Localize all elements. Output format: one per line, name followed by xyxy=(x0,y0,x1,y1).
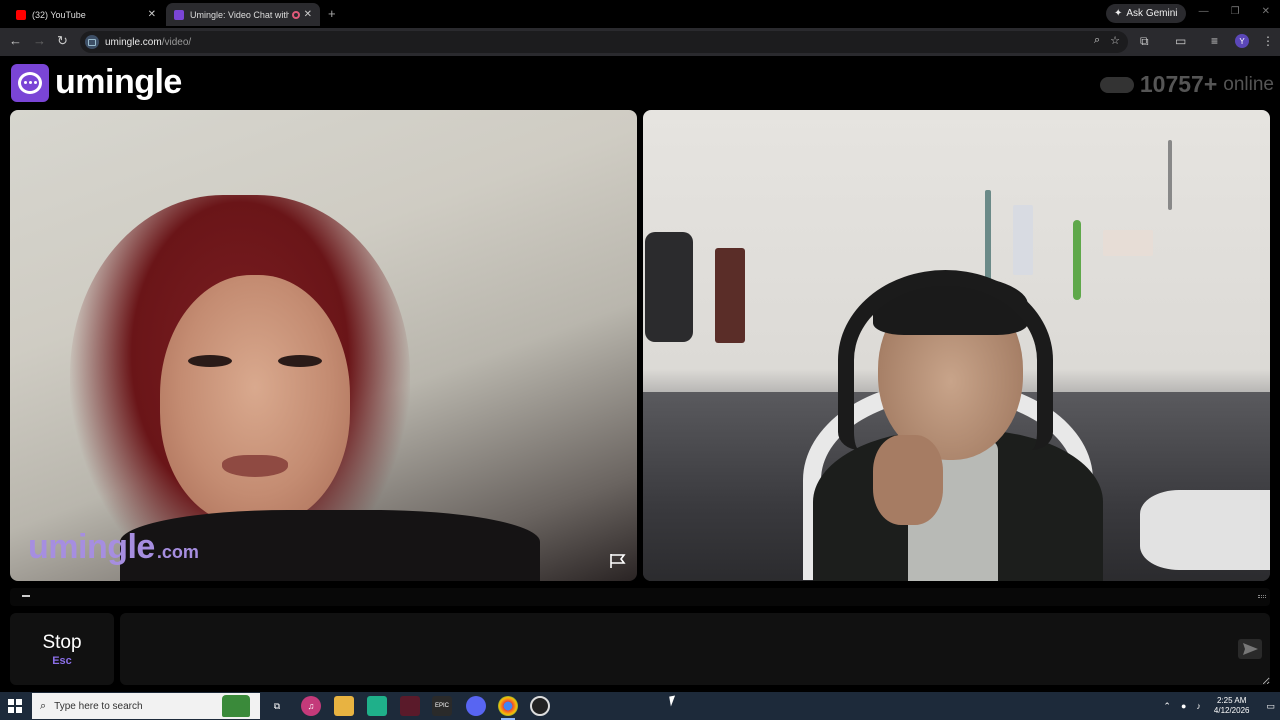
file-explorer-icon[interactable] xyxy=(334,696,354,716)
extensions-icon[interactable]: ⧉ xyxy=(1140,34,1149,49)
tab-youtube[interactable]: (32) YouTube ✕ xyxy=(8,3,164,26)
watermark-main: umingle xyxy=(28,528,155,566)
online-count: 10757+ xyxy=(1139,71,1218,97)
resize-handle-icon[interactable] xyxy=(1258,595,1266,598)
chat-bubble-icon xyxy=(11,63,49,102)
online-indicator: 10757+ online xyxy=(1099,71,1274,98)
itunes-icon[interactable]: ♫ xyxy=(301,696,321,716)
epic-games-icon[interactable]: EPIC xyxy=(432,696,452,716)
online-toggle[interactable] xyxy=(1099,76,1134,93)
bookmark-star-icon[interactable]: ☆ xyxy=(1110,34,1120,47)
video-figure-face xyxy=(160,275,350,525)
task-view-icon[interactable]: ⧉ xyxy=(267,696,287,716)
site-info-icon[interactable] xyxy=(85,35,99,49)
windows-taskbar: ⌕ Type here to search ⧉ ♫ EPIC ⌃ ● ♪ 2:2… xyxy=(0,692,1280,720)
bag-in-video xyxy=(715,248,745,343)
status-bar xyxy=(10,588,1270,606)
chevron-up-icon[interactable]: ⌃ xyxy=(1163,701,1171,712)
volume-icon[interactable]: ♪ xyxy=(1196,701,1201,711)
close-window-button[interactable]: ✕ xyxy=(1262,6,1270,17)
ask-gemini-button[interactable]: ✦ Ask Gemini xyxy=(1106,4,1186,23)
discord-icon[interactable] xyxy=(466,696,486,716)
collapse-icon[interactable] xyxy=(22,595,30,597)
back-button[interactable]: ← xyxy=(9,33,22,48)
taskbar-search[interactable]: ⌕ Type here to search xyxy=(32,693,260,719)
report-flag-icon[interactable] xyxy=(609,553,627,569)
search-icon: ⌕ xyxy=(40,699,47,712)
send-icon[interactable] xyxy=(1238,639,1262,659)
umingle-icon xyxy=(174,9,184,20)
youtube-icon xyxy=(16,9,26,20)
backpack-in-video xyxy=(645,232,693,342)
zoom-icon[interactable]: ⌕ xyxy=(1094,34,1100,47)
clock-time: 2:25 AM xyxy=(1217,696,1247,705)
url-path: /video/ xyxy=(161,36,192,48)
windows-start-icon[interactable] xyxy=(8,699,22,713)
url-host: umingle.com xyxy=(105,36,162,48)
recording-icon xyxy=(291,10,300,19)
chat-message-input[interactable] xyxy=(120,613,1270,685)
maroon-app-icon[interactable] xyxy=(400,696,420,716)
search-placeholder: Type here to search xyxy=(54,700,143,712)
headphones-in-video xyxy=(838,270,1053,450)
browser-toolbar: ← → ↻ umingle.com/video/ ⌕ ☆ ⧉ ▭ ≡ ⋮ xyxy=(0,28,1280,56)
online-label: online xyxy=(1223,73,1274,95)
address-bar[interactable]: umingle.com/video/ ⌕ ☆ xyxy=(80,31,1128,53)
menu-icon[interactable]: ⋮ xyxy=(1262,34,1274,48)
video-figure-hand xyxy=(873,435,943,525)
window-controls: — ❐ ✕ xyxy=(1199,6,1270,17)
media-icon[interactable]: ▭ xyxy=(1175,34,1186,48)
search-highlight-icon xyxy=(222,695,250,717)
tab-umingle[interactable]: Umingle: Video Chat with S ✕ xyxy=(166,3,320,26)
forward-button[interactable]: → xyxy=(33,33,46,48)
reload-button[interactable]: ↻ xyxy=(57,33,68,49)
obs-icon[interactable] xyxy=(530,696,550,716)
stop-label: Stop xyxy=(42,631,82,653)
chrome-icon[interactable] xyxy=(498,696,518,720)
stranger-video: umingle .com xyxy=(10,110,637,581)
tab-label: (32) YouTube xyxy=(32,9,86,20)
new-tab-button[interactable]: + xyxy=(328,6,336,21)
profile-avatar[interactable]: Y xyxy=(1235,34,1249,48)
minimize-button[interactable]: — xyxy=(1199,6,1209,17)
ask-gemini-label: Ask Gemini xyxy=(1126,8,1178,19)
stop-button[interactable]: Stop Esc xyxy=(10,613,114,685)
system-tray: ⌃ ● ♪ 2:25 AM 4/12/2026 ▭ xyxy=(1158,692,1280,720)
self-video xyxy=(643,110,1270,581)
logo-text: umingle xyxy=(55,63,182,101)
tab-label: Umingle: Video Chat with S xyxy=(190,9,289,20)
gemini-icon: ✦ xyxy=(1114,8,1123,19)
umingle-watermark: umingle .com xyxy=(28,528,199,567)
teal-app-icon[interactable] xyxy=(367,696,387,716)
taskbar-clock[interactable]: 2:25 AM 4/12/2026 xyxy=(1214,696,1250,716)
microphone-icon[interactable]: ● xyxy=(1181,701,1186,711)
clock-date: 4/12/2026 xyxy=(1213,706,1250,715)
stop-shortcut: Esc xyxy=(52,654,72,667)
pillow-in-video xyxy=(1140,490,1270,570)
close-tab-icon[interactable]: ✕ xyxy=(304,9,312,20)
tab-search-icon[interactable]: ≡ xyxy=(1211,34,1218,48)
site-logo[interactable]: umingle xyxy=(11,63,182,102)
watermark-suffix: .com xyxy=(156,542,199,562)
close-tab-icon[interactable]: ✕ xyxy=(148,9,156,20)
browser-tab-strip: (32) YouTube ✕ Umingle: Video Chat with … xyxy=(0,0,1280,28)
maximize-button[interactable]: ❐ xyxy=(1231,6,1240,17)
notifications-icon[interactable]: ▭ xyxy=(1266,701,1275,712)
umingle-page: umingle 10757+ online umingle .com Stop … xyxy=(0,56,1280,692)
